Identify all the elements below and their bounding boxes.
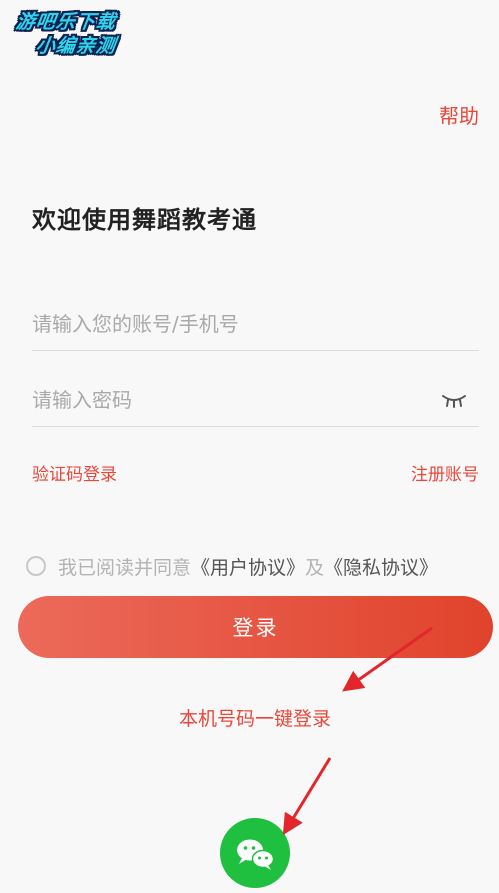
sms-login-link[interactable]: 验证码登录	[32, 460, 117, 485]
agreement-prefix: 我已阅读并同意	[58, 556, 192, 579]
help-link[interactable]: 帮助	[439, 100, 479, 129]
watermark-line-2: 小编亲测	[34, 35, 118, 57]
password-field	[32, 380, 479, 427]
account-input[interactable]	[32, 304, 432, 344]
watermark-line-1: 游吧乐下载	[14, 11, 118, 33]
annotation-arrows	[282, 626, 433, 836]
eye-closed-icon[interactable]	[439, 388, 469, 412]
watermark-logo: 游吧乐下载 小编亲测	[10, 10, 150, 68]
welcome-title: 欢迎使用舞蹈教考通	[32, 206, 257, 234]
agreement-conjunction: 及	[305, 556, 325, 579]
agreement-radio[interactable]	[26, 556, 46, 576]
wechat-login-button[interactable]	[220, 818, 290, 888]
wechat-icon	[237, 839, 275, 870]
agreement-row: 我已阅读并同意 《用户协议》 及 《隐私协议》	[26, 552, 438, 580]
account-field	[32, 304, 479, 351]
login-screen: 游吧乐下载 小编亲测 帮助 欢迎使用舞蹈教考通 验证码登录 注册账号 我已阅读并…	[0, 0, 499, 893]
privacy-agreement-link[interactable]: 《隐私协议》	[324, 553, 438, 580]
user-agreement-link[interactable]: 《用户协议》	[191, 553, 305, 580]
one-click-login-link[interactable]: 本机号码一键登录	[0, 704, 499, 731]
annotation-arrow-2	[282, 757, 332, 836]
register-link[interactable]: 注册账号	[411, 460, 479, 485]
password-input[interactable]	[32, 380, 432, 420]
login-button[interactable]: 登录	[18, 596, 493, 658]
